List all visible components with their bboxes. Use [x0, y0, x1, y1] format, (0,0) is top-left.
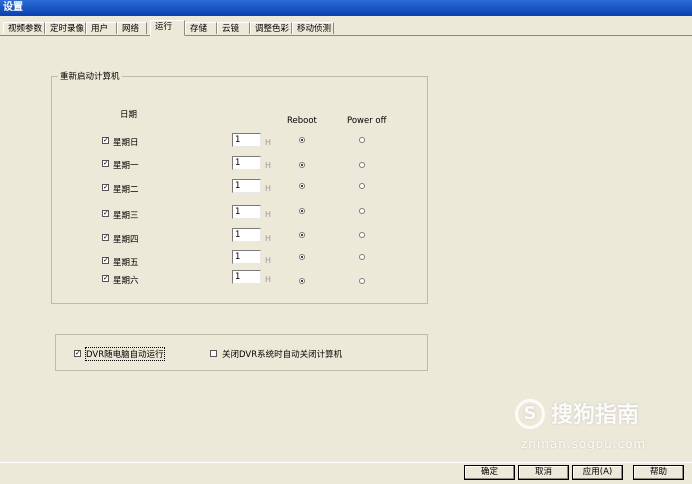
- auto-shutdown-label[interactable]: 关闭DVR系统时自动关闭计算机: [222, 348, 342, 360]
- autostart-label[interactable]: DVR随电脑自动运行: [85, 347, 165, 361]
- day-checkbox[interactable]: ✓: [102, 160, 109, 167]
- hour-unit: H: [265, 275, 272, 284]
- day-label: 星期三: [113, 211, 139, 221]
- cancel-button[interactable]: 取消: [518, 465, 569, 480]
- day-row-thursday: ✓ 星期四 1 H: [52, 228, 427, 245]
- tab-ptz[interactable]: 云镜: [217, 22, 250, 34]
- poweroff-radio[interactable]: [359, 254, 365, 260]
- day-checkbox[interactable]: ✓: [102, 137, 109, 144]
- hour-input[interactable]: 1: [232, 205, 261, 219]
- hour-input[interactable]: 1: [232, 250, 261, 264]
- day-checkbox[interactable]: ✓: [102, 234, 109, 241]
- window-title: 设置: [3, 2, 23, 13]
- reboot-radio[interactable]: [299, 254, 305, 260]
- hour-input[interactable]: 1: [232, 156, 261, 170]
- day-label: 星期日: [113, 138, 139, 148]
- tab-motion-detect[interactable]: 移动侦测: [292, 22, 334, 34]
- window-titlebar[interactable]: 设置: [0, 0, 692, 16]
- reboot-radio[interactable]: [299, 278, 305, 284]
- apply-button[interactable]: 应用(A): [572, 465, 623, 480]
- tab-scheduled-record[interactable]: 定时录像: [45, 22, 86, 34]
- tab-strip: 视频参数 定时录像 用户 网络 运行 存储 云镜 调整色彩 移动侦测: [0, 20, 692, 36]
- autostart-checkbox[interactable]: ✓: [74, 350, 81, 357]
- hour-input[interactable]: 1: [232, 228, 261, 242]
- day-column-header: 日期: [120, 110, 138, 120]
- hour-input[interactable]: 1: [232, 270, 261, 284]
- hour-input[interactable]: 1: [232, 179, 261, 193]
- hour-unit: H: [265, 138, 272, 147]
- day-label: 星期六: [113, 276, 139, 286]
- tab-network[interactable]: 网络: [117, 22, 147, 34]
- day-label: 星期一: [113, 161, 139, 171]
- auto-shutdown-checkbox[interactable]: [210, 350, 217, 357]
- poweroff-radio[interactable]: [359, 232, 365, 238]
- dialog-button-bar: 确定 取消 应用(A) 帮助: [0, 462, 692, 484]
- reboot-radio[interactable]: [299, 162, 305, 168]
- reboot-radio[interactable]: [299, 183, 305, 189]
- watermark-url: zhinan.sogou.com: [521, 437, 647, 451]
- hour-unit: H: [265, 161, 272, 170]
- day-row-monday: ✓ 星期一 1 H: [52, 156, 427, 172]
- poweroff-radio[interactable]: [359, 208, 365, 214]
- day-checkbox[interactable]: ✓: [102, 210, 109, 217]
- hour-input[interactable]: 1: [232, 133, 261, 147]
- day-row-sunday: ✓ 星期日 1 H: [52, 133, 427, 149]
- hour-unit: H: [265, 234, 272, 243]
- poweroff-radio[interactable]: [359, 137, 365, 143]
- day-label: 星期四: [113, 235, 139, 245]
- help-button[interactable]: 帮助: [633, 465, 684, 480]
- day-row-wednesday: ✓ 星期三 1 H: [52, 205, 427, 221]
- system-options-groupbox: ✓ DVR随电脑自动运行 关闭DVR系统时自动关闭计算机: [55, 334, 428, 371]
- day-row-saturday: ✓ 星期六 1 H: [52, 270, 427, 286]
- tab-color-adjust[interactable]: 调整色彩: [250, 22, 292, 34]
- day-checkbox[interactable]: ✓: [102, 257, 109, 264]
- reboot-radio[interactable]: [299, 137, 305, 143]
- reboot-radio[interactable]: [299, 208, 305, 214]
- tab-storage[interactable]: 存储: [185, 22, 217, 34]
- reboot-radio[interactable]: [299, 232, 305, 238]
- tab-video-params[interactable]: 视频参数: [3, 22, 45, 34]
- poweroff-radio[interactable]: [359, 183, 365, 189]
- poweroff-radio[interactable]: [359, 278, 365, 284]
- tab-run[interactable]: 运行: [150, 20, 185, 36]
- poweroff-column-header: Power off: [347, 116, 387, 126]
- day-checkbox[interactable]: ✓: [102, 184, 109, 191]
- tab-users[interactable]: 用户: [86, 22, 117, 34]
- hour-unit: H: [265, 210, 272, 219]
- hour-unit: H: [265, 184, 272, 193]
- day-row-friday: ✓ 星期五 1 H: [52, 250, 427, 268]
- day-label: 星期二: [113, 185, 139, 195]
- restart-groupbox: 重新启动计算机 日期 Reboot Power off ✓ 星期日 1 H ✓ …: [51, 70, 428, 304]
- sogou-s-icon: S: [515, 399, 545, 429]
- watermark-text: 搜狗指南: [551, 403, 640, 428]
- poweroff-radio[interactable]: [359, 162, 365, 168]
- day-checkbox[interactable]: ✓: [102, 275, 109, 282]
- reboot-column-header: Reboot: [287, 116, 317, 126]
- day-label: 星期五: [113, 258, 139, 268]
- ok-button[interactable]: 确定: [464, 465, 515, 480]
- restart-group-title: 重新启动计算机: [58, 70, 122, 82]
- hour-unit: H: [265, 256, 272, 265]
- day-row-tuesday: ✓ 星期二 1 H: [52, 179, 427, 195]
